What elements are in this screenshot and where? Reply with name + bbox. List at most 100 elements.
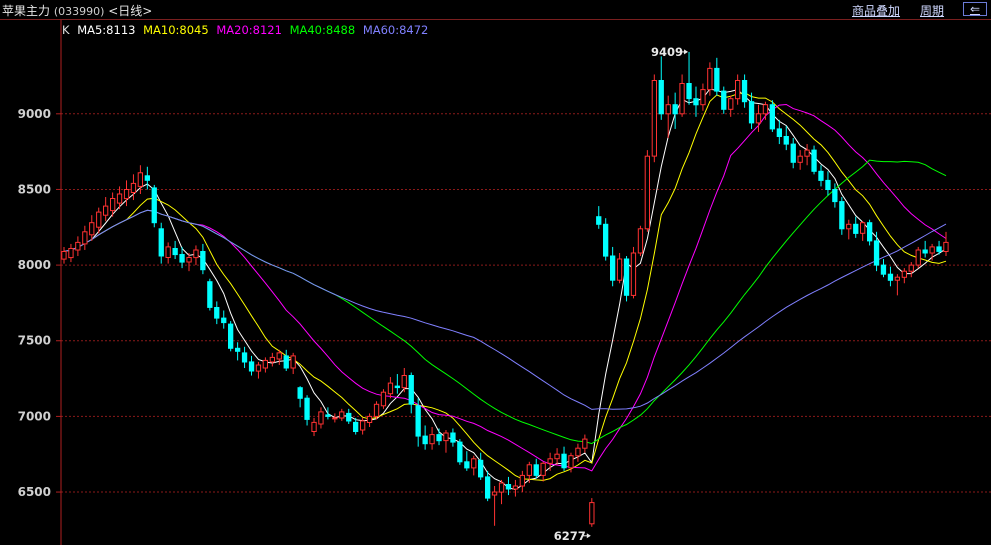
candle — [818, 165, 824, 187]
candle-body — [846, 223, 852, 230]
candle — [776, 119, 783, 145]
candle-body — [61, 251, 67, 260]
candle-body — [665, 104, 671, 115]
candle — [325, 407, 331, 420]
candle — [804, 144, 810, 166]
candle — [623, 256, 630, 302]
candle-body — [873, 240, 880, 266]
candle — [783, 125, 789, 151]
candle-body — [387, 382, 394, 395]
candle-body — [290, 355, 296, 369]
candles — [61, 51, 949, 527]
candle — [186, 252, 192, 272]
candle — [387, 377, 394, 399]
candle — [123, 180, 130, 207]
candle-body — [651, 80, 658, 157]
candle — [311, 417, 317, 437]
candle — [408, 372, 414, 414]
candle — [394, 374, 401, 394]
candle-body — [276, 352, 282, 360]
candle-body — [526, 464, 533, 476]
candle — [228, 321, 234, 352]
candle-body — [672, 104, 678, 115]
candle-body — [644, 155, 651, 230]
candle-body — [283, 355, 289, 369]
candle-body — [123, 189, 130, 200]
candle — [873, 231, 880, 272]
candle-body — [137, 172, 143, 187]
candle-body — [498, 482, 505, 493]
candle-body — [491, 491, 498, 496]
contract-title: 苹果主力 (033990) <日线> — [2, 2, 152, 19]
candle-body — [200, 251, 206, 271]
candle-body — [679, 83, 685, 115]
candle-body — [68, 248, 74, 259]
candle-body — [533, 464, 539, 476]
candle — [283, 349, 289, 372]
candle — [373, 401, 380, 420]
candle-body — [804, 149, 810, 157]
y-tick-label: 8000 — [18, 258, 51, 272]
candle — [915, 246, 921, 269]
candle — [464, 451, 470, 471]
candle-body — [248, 361, 255, 372]
candle — [130, 174, 137, 201]
candle — [603, 218, 609, 261]
candle — [457, 439, 463, 465]
back-arrow-icon[interactable]: ⇐ — [963, 2, 987, 16]
candle-body — [880, 264, 887, 275]
candle — [172, 240, 178, 260]
candle — [478, 452, 484, 480]
candle — [616, 252, 623, 284]
candle-body — [603, 223, 609, 257]
candle — [894, 274, 901, 296]
candle-body — [755, 113, 762, 124]
candle — [422, 425, 428, 450]
candle-body — [825, 179, 831, 190]
candle-body — [443, 432, 449, 442]
candle-body — [748, 101, 755, 124]
candle — [248, 355, 255, 376]
candle-body — [540, 462, 546, 476]
candle — [380, 389, 387, 409]
candle-body — [297, 387, 303, 399]
candle-body — [429, 434, 435, 445]
candle — [318, 407, 324, 429]
candle — [519, 470, 526, 493]
candle-body — [936, 246, 942, 252]
candle-body — [401, 375, 407, 389]
candle-body — [707, 67, 713, 91]
candle — [922, 240, 928, 258]
candle-body — [165, 246, 171, 258]
candle-body — [436, 434, 442, 442]
candle-body — [582, 438, 588, 449]
candle — [68, 243, 74, 263]
candle-body — [339, 411, 345, 419]
candle-body — [790, 143, 796, 163]
candle-body — [373, 403, 380, 417]
candle-body — [721, 90, 727, 110]
candle-body — [471, 458, 477, 469]
period-button[interactable]: 周期 — [920, 2, 944, 19]
candle — [262, 357, 269, 373]
candle-body — [554, 453, 560, 460]
candle — [235, 342, 241, 361]
candle-body — [221, 317, 227, 324]
candle — [651, 74, 658, 163]
candle-body — [457, 441, 463, 463]
candle-body — [568, 455, 574, 469]
overlay-commodity-button[interactable]: 商品叠加 — [852, 2, 900, 19]
candle-body — [519, 474, 526, 487]
candle — [75, 236, 81, 257]
candle-body — [658, 80, 664, 115]
candle — [748, 92, 755, 129]
candle-body — [741, 80, 748, 103]
candle — [561, 446, 567, 471]
candle — [686, 51, 692, 105]
candle — [144, 166, 150, 190]
y-tick-label: 6500 — [18, 485, 51, 499]
candle — [498, 479, 505, 505]
candle-body — [860, 222, 866, 234]
candle — [200, 243, 206, 275]
candlestick-chart[interactable]: 6500 7000 7500 8000 8500 9000 9409 6277 — [0, 20, 991, 545]
